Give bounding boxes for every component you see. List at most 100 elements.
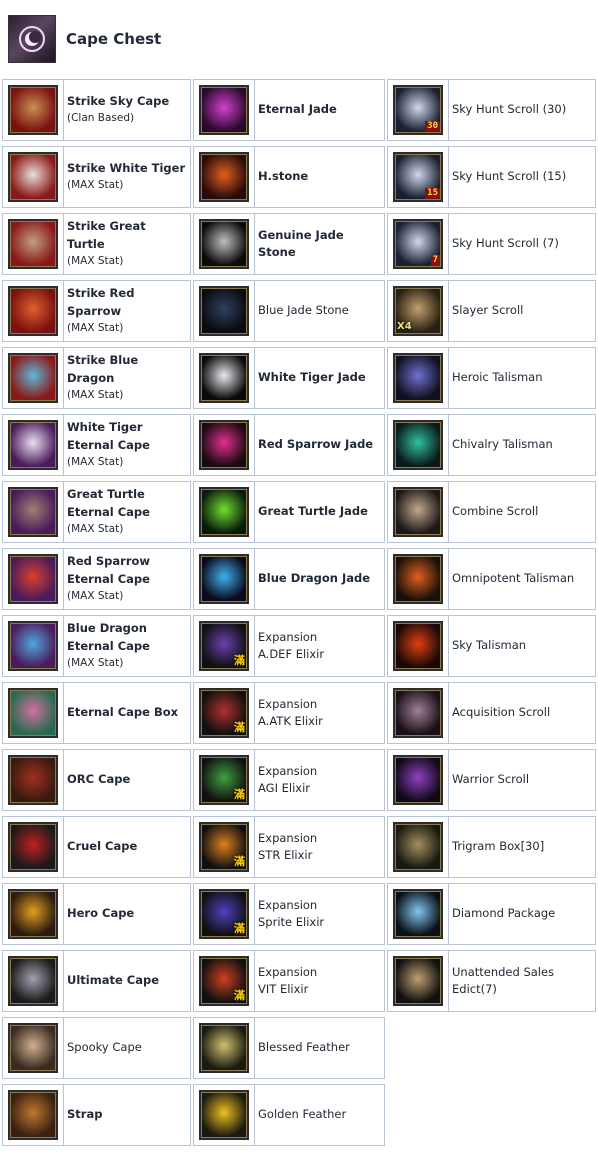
- cruel-cape-icon: [8, 822, 58, 872]
- a-atk-elixir-icon: 滿: [199, 688, 249, 738]
- item-thumb: [3, 750, 64, 810]
- item-name: Sky Hunt Scroll (15): [452, 169, 567, 184]
- item-name: AGI Elixir: [258, 781, 311, 795]
- golden-feather-icon: [199, 1090, 249, 1140]
- item-cell: 15 Sky Hunt Scroll (15): [387, 146, 596, 208]
- item-name: Strike Great Turtle: [67, 219, 146, 251]
- item-cell: Sky Talisman: [387, 615, 596, 677]
- blue-dragon-eternal-cape-icon: [8, 621, 58, 671]
- item-text: H.stone: [255, 168, 311, 186]
- item-cell: Warrior Scroll: [387, 749, 596, 811]
- item-name: Hero Cape: [67, 906, 135, 921]
- sprite-elixir-icon: 滿: [199, 889, 249, 939]
- item-cell: Strap: [2, 1084, 191, 1146]
- item-cell: Heroic Talisman: [387, 347, 596, 409]
- item-text: Heroic Talisman: [449, 369, 546, 387]
- item-cell: Cruel Cape: [2, 816, 191, 878]
- item-thumb: [194, 1085, 255, 1145]
- item-text: Strike Great Turtle (MAX Stat): [64, 218, 190, 270]
- item-name: Omnipotent Talisman: [452, 571, 575, 586]
- item-thumb: 30: [388, 80, 449, 140]
- item-thumb: [3, 817, 64, 877]
- item-text: Expansion A.DEF Elixir: [255, 629, 327, 664]
- item-cell: Spooky Cape: [2, 1017, 191, 1079]
- item-text: Strike Sky Cape (Clan Based): [64, 93, 172, 128]
- item-cell: 滿 Expansion A.DEF Elixir: [193, 615, 385, 677]
- item-text: Trigram Box[30]: [449, 838, 547, 856]
- item-cell: 7 Sky Hunt Scroll (7): [387, 213, 596, 275]
- item-thumb: [194, 1018, 255, 1078]
- item-name: Expansion: [258, 964, 318, 979]
- item-note: (MAX Stat): [67, 456, 124, 468]
- item-cell: Red Sparrow Eternal Cape (MAX Stat): [2, 548, 191, 610]
- item-text: Sky Hunt Scroll (15): [449, 168, 569, 186]
- item-cell: Blue Jade Stone: [193, 280, 385, 342]
- h-stone-icon: [199, 152, 249, 202]
- item-name: A.DEF Elixir: [258, 647, 325, 661]
- item-text: Expansion Sprite Elixir: [255, 897, 327, 932]
- item-cell: Strike Great Turtle (MAX Stat): [2, 213, 191, 275]
- item-cell: Eternal Jade: [193, 79, 385, 141]
- agi-elixir-icon: 滿: [199, 755, 249, 805]
- item-cell: Hero Cape: [2, 883, 191, 945]
- item-thumb: [388, 415, 449, 475]
- item-cell: Strike Red Sparrow (MAX Stat): [2, 280, 191, 342]
- a-def-elixir-icon: 滿: [199, 621, 249, 671]
- item-text: Strap: [64, 1106, 105, 1124]
- item-text: ORC Cape: [64, 771, 133, 789]
- item-text: Omnipotent Talisman: [449, 570, 577, 588]
- blue-dragon-jade-icon: [199, 554, 249, 604]
- item-text: Great Turtle Eternal Cape (MAX Stat): [64, 486, 153, 538]
- item-text: Expansion STR Elixir: [255, 830, 320, 865]
- hero-cape-icon: [8, 889, 58, 939]
- item-full-badge: 滿: [234, 788, 245, 801]
- item-name: Red Sparrow Jade: [258, 437, 374, 452]
- moon-emblem-glyph: [19, 26, 45, 52]
- item-note: (MAX Stat): [67, 255, 124, 267]
- item-text: Chivalry Talisman: [449, 436, 556, 454]
- item-thumb: [388, 750, 449, 810]
- item-thumb: [3, 147, 64, 207]
- item-thumb: [3, 1018, 64, 1078]
- item-name: Sprite Elixir: [258, 915, 325, 929]
- item-thumb: 7: [388, 214, 449, 274]
- sales-edict-icon: [393, 956, 443, 1006]
- item-cell: Blue Dragon Eternal Cape (MAX Stat): [2, 615, 191, 677]
- item-text: Red Sparrow Eternal Cape (MAX Stat): [64, 553, 153, 605]
- item-thumb: [3, 549, 64, 609]
- item-thumb: [388, 348, 449, 408]
- item-text: Acquisition Scroll: [449, 704, 553, 722]
- item-text: Slayer Scroll: [449, 302, 526, 320]
- strike-blue-dragon-icon: [8, 353, 58, 403]
- eternal-cape-box-icon: [8, 688, 58, 738]
- item-cell: Strike Blue Dragon (MAX Stat): [2, 347, 191, 409]
- item-full-badge: 滿: [234, 922, 245, 935]
- item-name: Great Turtle Jade: [258, 504, 368, 519]
- item-name: Eternal Cape: [67, 437, 150, 452]
- item-cell: 滿 Expansion STR Elixir: [193, 816, 385, 878]
- strike-red-sparrow-icon: [8, 286, 58, 336]
- item-note: (MAX Stat): [67, 590, 124, 602]
- item-cell: Great Turtle Jade: [193, 481, 385, 543]
- item-cell: White Tiger Jade: [193, 347, 385, 409]
- item-cell: 滿 Expansion AGI Elixir: [193, 749, 385, 811]
- item-thumb: [388, 817, 449, 877]
- item-thumb: 滿: [194, 683, 255, 743]
- red-sparrow-jade-icon: [199, 420, 249, 470]
- item-text: White Tiger Jade: [255, 369, 369, 387]
- item-cell: Chivalry Talisman: [387, 414, 596, 476]
- item-thumb: [3, 415, 64, 475]
- item-text: Warrior Scroll: [449, 771, 532, 789]
- item-name: Expansion: [258, 897, 318, 912]
- item-text: Sky Hunt Scroll (7): [449, 235, 562, 253]
- item-name: Eternal Cape Box: [67, 705, 179, 720]
- trigram-box-icon: [393, 822, 443, 872]
- item-thumb: [194, 415, 255, 475]
- item-full-badge: 滿: [234, 654, 245, 667]
- item-name: Expansion: [258, 763, 318, 778]
- item-thumb: 滿: [194, 951, 255, 1011]
- item-name: Strike White Tiger: [67, 160, 186, 175]
- item-thumb: [388, 549, 449, 609]
- moon-emblem-icon: [8, 15, 56, 63]
- item-text: Strike White Tiger (MAX Stat): [64, 160, 188, 195]
